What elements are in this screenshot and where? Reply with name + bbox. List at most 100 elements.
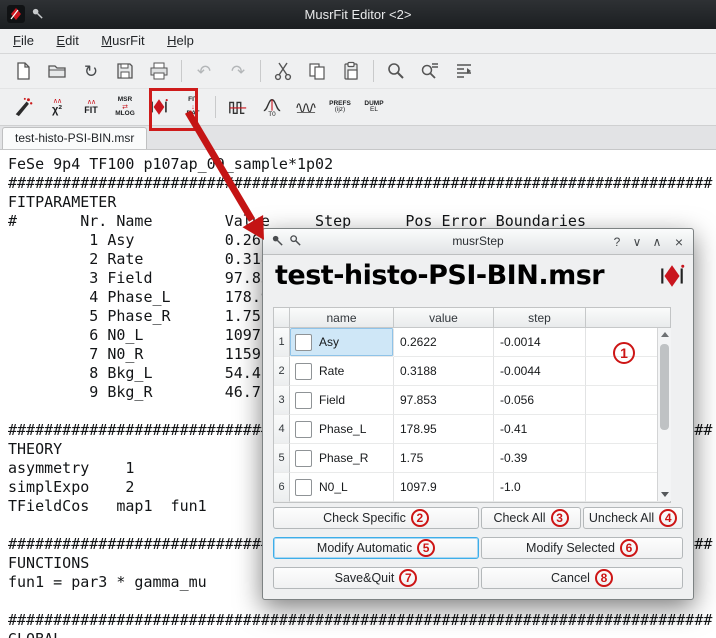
paste-icon [341, 61, 361, 81]
step-cell[interactable]: -0.0014 [494, 328, 586, 357]
save-icon [115, 61, 135, 81]
print-icon [149, 61, 169, 81]
table-scrollbar[interactable] [657, 328, 671, 501]
fourier-curve-icon [296, 97, 316, 117]
menu-edit[interactable]: Edit [47, 29, 87, 52]
new-file-icon [13, 61, 33, 81]
print-button[interactable] [144, 56, 174, 86]
name-cell[interactable]: Phase_L [290, 415, 394, 444]
column-header-name[interactable]: name [290, 308, 394, 328]
check-specific-button[interactable]: Check Specific 2 [273, 507, 479, 529]
param-name: Field [319, 393, 345, 407]
param-value: 1.75 [400, 451, 423, 465]
step-cell[interactable]: -0.0044 [494, 357, 586, 386]
asymmetry-view-button[interactable] [223, 92, 253, 122]
menu-musrfit[interactable]: MusrFit [92, 29, 153, 52]
column-header-step[interactable]: step [494, 308, 586, 328]
row-checkbox[interactable] [295, 363, 312, 380]
redo-button[interactable]: ↷ [223, 56, 253, 86]
step-cell[interactable]: -0.39 [494, 444, 586, 473]
value-cell[interactable]: 1097.9 [394, 473, 494, 502]
value-cell[interactable]: 178.95 [394, 415, 494, 444]
swap-msr-mlog-button[interactable]: MSR ⇄ MLOG [110, 92, 140, 122]
button-label: Cancel [551, 571, 590, 585]
step-cell[interactable]: -0.056 [494, 386, 586, 415]
cut-icon [273, 61, 293, 81]
row-checkbox[interactable] [295, 421, 312, 438]
name-cell[interactable]: Asy [290, 328, 394, 357]
musrfit-pen-icon [13, 97, 33, 117]
chisq-only-button[interactable]: ∧∧ χ² [42, 92, 72, 122]
param-step: -0.056 [500, 393, 534, 407]
tab-msr-file[interactable]: test-histo-PSI-BIN.msr [2, 127, 147, 149]
fit-button[interactable]: ∧∧ FIT [76, 92, 106, 122]
t0-icon: T0 [262, 97, 282, 117]
unshade-button[interactable]: ∧ [647, 229, 667, 254]
musrstep-button[interactable] [144, 92, 174, 122]
cancel-button[interactable]: Cancel 8 [481, 567, 683, 589]
row-checkbox[interactable] [295, 334, 312, 351]
param-name: Phase_L [319, 422, 366, 436]
name-cell[interactable]: Rate [290, 357, 394, 386]
copy-button[interactable] [302, 56, 332, 86]
table-row[interactable]: 2 Rate 0.3188 -0.0044 [274, 357, 670, 386]
param-step: -0.41 [500, 422, 527, 436]
prefs-button[interactable]: PREFS (ijz) [325, 92, 355, 122]
value-cell[interactable]: 0.3188 [394, 357, 494, 386]
save-quit-button[interactable]: Save&Quit 7 [273, 567, 479, 589]
scrollbar-thumb[interactable] [660, 344, 669, 430]
close-button[interactable]: × [669, 229, 689, 254]
shade-button[interactable]: ∨ [627, 229, 647, 254]
param-value: 178.95 [400, 422, 437, 436]
tabbar: test-histo-PSI-BIN.msr [0, 126, 716, 150]
cut-button[interactable] [268, 56, 298, 86]
name-cell[interactable]: N0_L [290, 473, 394, 502]
scroll-down-button[interactable] [658, 488, 671, 501]
row-checkbox[interactable] [295, 450, 312, 467]
param-value: 0.3188 [400, 364, 437, 378]
step-cell[interactable]: -1.0 [494, 473, 586, 502]
table-header: name value step [274, 308, 670, 328]
param-step: -0.0014 [500, 335, 541, 349]
table-row[interactable]: 5 Phase_R 1.75 -0.39 [274, 444, 670, 473]
dump-header-button[interactable]: DUMP EL [359, 92, 389, 122]
column-header-value[interactable]: value [394, 308, 494, 328]
modify-selected-button[interactable]: Modify Selected 6 [481, 537, 683, 559]
check-all-button[interactable]: Check All 3 [481, 507, 581, 529]
name-cell[interactable]: Phase_R [290, 444, 394, 473]
uncheck-all-button[interactable]: Uncheck All 4 [583, 507, 683, 529]
paste-button[interactable] [336, 56, 366, 86]
column-header-filler [586, 308, 670, 328]
save-button[interactable] [110, 56, 140, 86]
table-row[interactable]: 6 N0_L 1097.9 -1.0 [274, 473, 670, 502]
table-row[interactable]: 4 Phase_L 178.95 -0.41 [274, 415, 670, 444]
musrfit-run-button[interactable] [8, 92, 38, 122]
find-button[interactable] [381, 56, 411, 86]
row-checkbox[interactable] [295, 479, 312, 496]
row-checkbox[interactable] [295, 392, 312, 409]
menu-help[interactable]: Help [158, 29, 203, 52]
undo-button[interactable]: ↶ [189, 56, 219, 86]
scroll-up-button[interactable] [658, 328, 671, 341]
t0-button[interactable]: T0 [257, 92, 287, 122]
value-cell[interactable]: 1.75 [394, 444, 494, 473]
value-cell[interactable]: 0.2622 [394, 328, 494, 357]
menu-file[interactable]: File [4, 29, 43, 52]
fourier-button[interactable] [291, 92, 321, 122]
goto-line-button[interactable] [449, 56, 479, 86]
name-cell[interactable]: Field [290, 386, 394, 415]
value-cell[interactable]: 97.853 [394, 386, 494, 415]
help-button[interactable]: ? [607, 229, 627, 254]
step-annotation-1: 1 [613, 342, 635, 364]
find-replace-button[interactable] [415, 56, 445, 86]
search-replace-icon [420, 61, 440, 81]
step-cell[interactable]: -0.41 [494, 415, 586, 444]
toolbar-separator [373, 60, 374, 82]
msr2data-button[interactable]: FIT ↓ DAT [178, 92, 208, 122]
table-row[interactable]: 3 Field 97.853 -0.056 [274, 386, 670, 415]
new-file-button[interactable] [8, 56, 38, 86]
modify-automatic-button[interactable]: Modify Automatic 5 [273, 537, 479, 559]
reload-button[interactable]: ↻ [76, 56, 106, 86]
open-file-button[interactable] [42, 56, 72, 86]
table-row[interactable]: 1 Asy 0.2622 -0.0014 [274, 328, 670, 357]
